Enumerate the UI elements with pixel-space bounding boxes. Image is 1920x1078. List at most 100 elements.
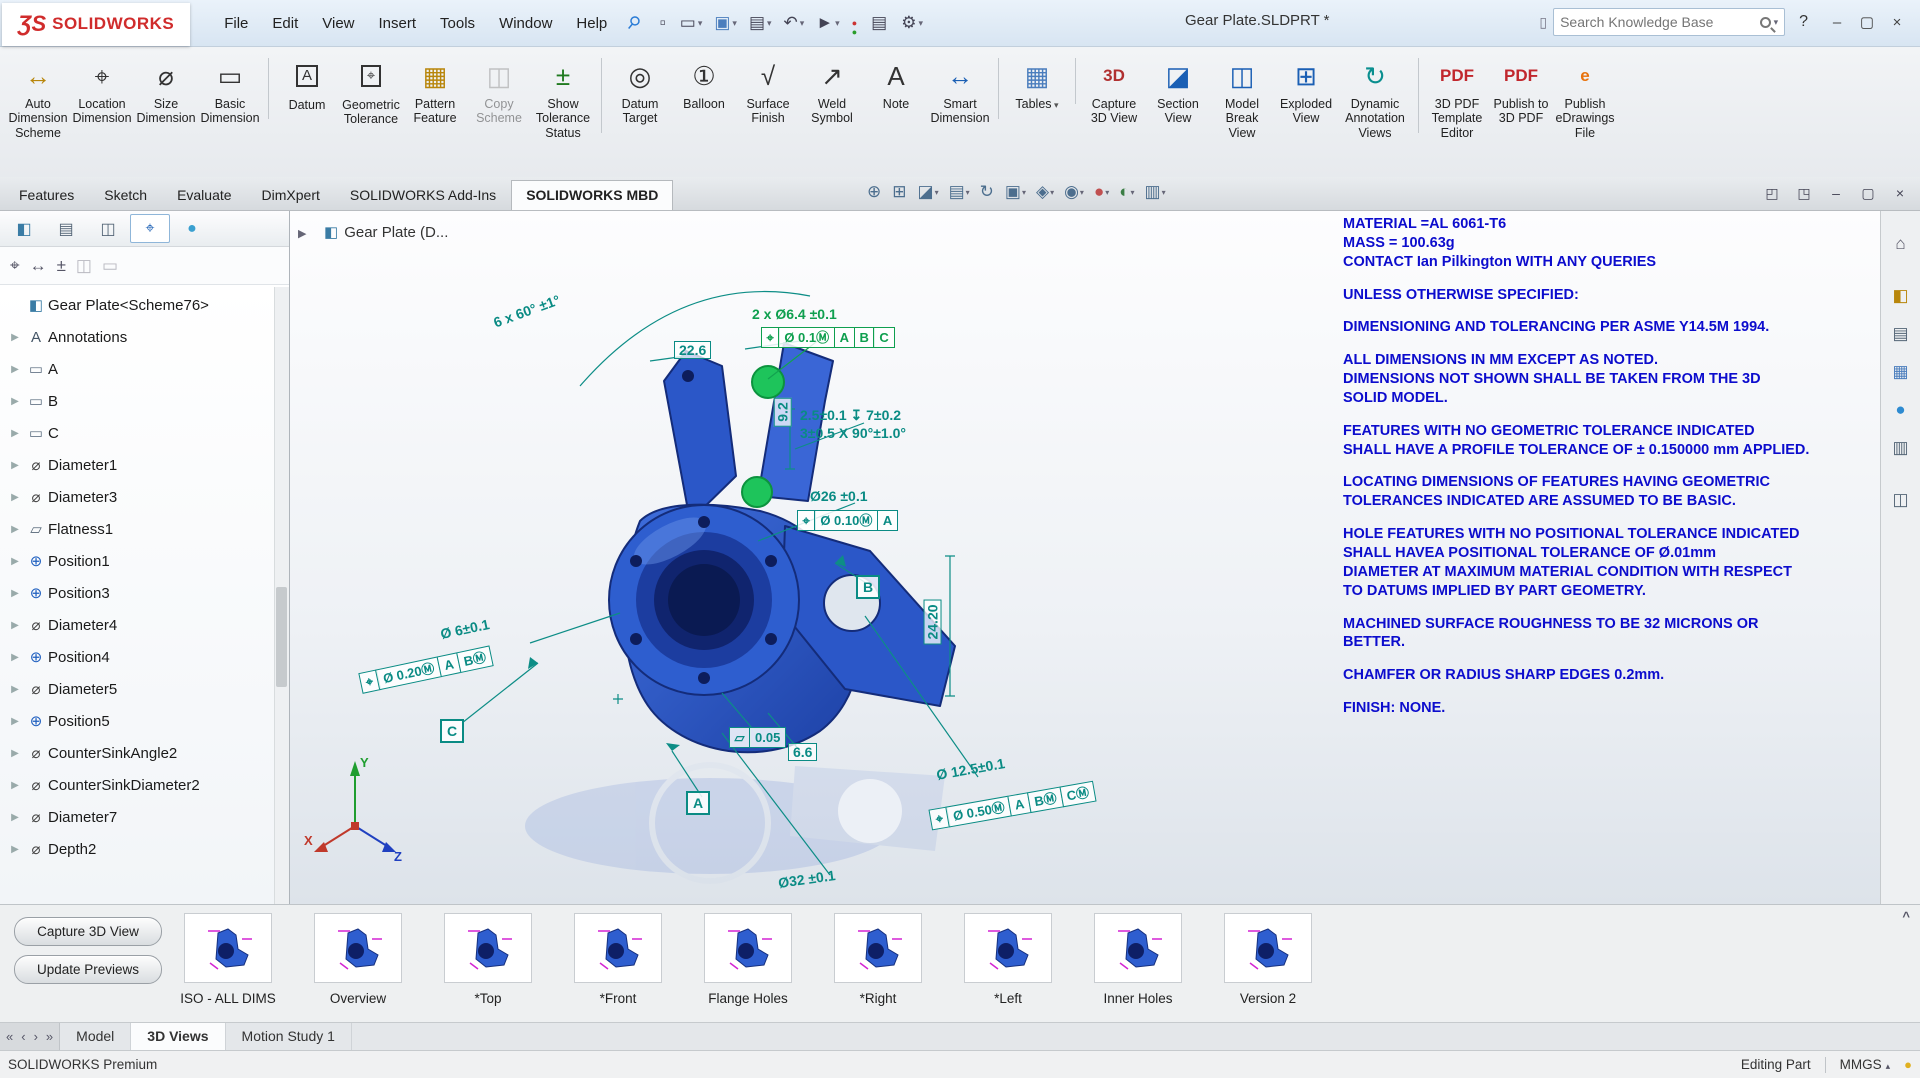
expand-arrow-icon[interactable]: ▶: [6, 716, 24, 727]
view-thumbnail-image[interactable]: [834, 913, 922, 983]
tree-item[interactable]: ▶ ▭ A: [0, 353, 289, 385]
file-properties-icon[interactable]: ▤: [865, 9, 895, 37]
balloon-button[interactable]: ① Balloon: [672, 51, 736, 115]
dimxpert-tool-icon[interactable]: ↔: [30, 256, 47, 276]
view-thumbnail-image[interactable]: [1224, 913, 1312, 983]
commandmanager-tab[interactable]: DimXpert: [247, 180, 335, 210]
expand-arrow-icon[interactable]: ▶: [6, 812, 24, 823]
smart-dimension-button[interactable]: ↔ Smart Dimension: [928, 51, 992, 130]
view-thumbnail-image[interactable]: [964, 913, 1052, 983]
pattern-feature-button[interactable]: ▦ Pattern Feature: [403, 51, 467, 130]
view-thumbnail-image[interactable]: [704, 913, 792, 983]
displaymanager-tab[interactable]: ●: [172, 214, 212, 243]
tree-item[interactable]: ▶ ⊕ Position3: [0, 577, 289, 609]
file-explorer-icon[interactable]: ▤: [1886, 319, 1916, 349]
note-button[interactable]: A Note: [864, 51, 928, 115]
undo-icon[interactable]: ↶ ▾: [778, 9, 811, 37]
dropdown-caret-icon[interactable]: ▾: [1105, 188, 1109, 197]
commandmanager-tab[interactable]: Evaluate: [162, 180, 246, 210]
split-view-vertical-button[interactable]: ◳: [1790, 181, 1818, 205]
tree-scrollbar[interactable]: [274, 287, 289, 904]
commandmanager-tab[interactable]: SOLIDWORKS MBD: [511, 180, 673, 210]
featuremanager-tab[interactable]: ◧: [4, 214, 44, 243]
selection-lights-icon[interactable]: ●: [846, 15, 865, 31]
dropdown-caret-icon[interactable]: ▾: [698, 18, 703, 29]
dropdown-caret-icon[interactable]: ▾: [918, 18, 923, 29]
pin-icon[interactable]: ⚲: [622, 11, 644, 34]
select-icon[interactable]: ► ▾: [810, 9, 845, 37]
view-thumbnail-image[interactable]: [574, 913, 662, 983]
copy-scheme-button[interactable]: ◫ Copy Scheme: [467, 51, 531, 130]
close-document-button[interactable]: ×: [1886, 181, 1914, 205]
expand-arrow-icon[interactable]: ▶: [6, 620, 24, 631]
search-input[interactable]: [1560, 14, 1756, 30]
split-view-horizontal-button[interactable]: ◰: [1758, 181, 1786, 205]
dim-24-20[interactable]: 24.20: [924, 599, 942, 644]
location-dimension-button[interactable]: ⌖ Location Dimension: [70, 51, 134, 130]
document-tab[interactable]: Model: [60, 1023, 131, 1050]
3d-drawing-views-button[interactable]: ▤ ▾: [945, 179, 974, 205]
collapse-panel-icon[interactable]: ^: [1902, 909, 1910, 924]
dropdown-caret-icon[interactable]: ▾: [1022, 188, 1026, 197]
hide-show-items-button[interactable]: ◉ ▾: [1060, 179, 1088, 205]
last-tab-button[interactable]: »: [46, 1029, 53, 1044]
expand-arrow-icon[interactable]: ▶: [6, 588, 24, 599]
tree-item[interactable]: ▶ ⌀ CounterSinkAngle2: [0, 737, 289, 769]
tables-button[interactable]: ▦ Tables: [1005, 51, 1069, 115]
view-thumbnail[interactable]: *Left: [958, 913, 1058, 1022]
expand-arrow-icon[interactable]: ▶: [6, 460, 24, 471]
home-icon[interactable]: ⌂: [1886, 229, 1916, 259]
document-tab[interactable]: 3D Views: [131, 1023, 225, 1050]
dropdown-caret-icon[interactable]: ▾: [1080, 188, 1084, 197]
expand-arrow-icon[interactable]: ▶: [6, 684, 24, 695]
pdf-template-editor-button[interactable]: PDF 3D PDF Template Editor: [1425, 51, 1489, 144]
design-library-icon[interactable]: ◧: [1886, 281, 1916, 311]
show-tolerance-status-button[interactable]: ± Show Tolerance Status: [531, 51, 595, 144]
view-thumbnail[interactable]: ISO - ALL DIMS: [178, 913, 278, 1022]
search-icon[interactable]: [1760, 17, 1771, 28]
publish-to-3d-pdf-button[interactable]: PDF Publish to 3D PDF: [1489, 51, 1553, 130]
expand-arrow-icon[interactable]: ▶: [6, 396, 24, 407]
dimxpertmanager-tab[interactable]: ⌖: [130, 214, 170, 243]
dropdown-caret-icon[interactable]: ▾: [800, 18, 805, 29]
expand-arrow-icon[interactable]: ▶: [6, 844, 24, 855]
expand-arrow-icon[interactable]: ▶: [6, 524, 24, 535]
view-thumbnail[interactable]: Inner Holes: [1088, 913, 1188, 1022]
view-thumbnail-image[interactable]: [1094, 913, 1182, 983]
expand-arrow-icon[interactable]: ▶: [6, 652, 24, 663]
tree-item[interactable]: ▶ ⊕ Position5: [0, 705, 289, 737]
graphics-viewport[interactable]: ▶ ◧ Gear Plate (D...: [290, 211, 1880, 904]
search-box[interactable]: ▾: [1553, 8, 1785, 36]
next-tab-button[interactable]: ›: [34, 1029, 38, 1044]
auto-dimension-scheme-button[interactable]: ↔ Auto Dimension Scheme: [6, 51, 70, 144]
exploded-view-button[interactable]: ⊞ Exploded View: [1274, 51, 1338, 130]
appearances-icon[interactable]: ●: [1886, 395, 1916, 425]
tree-scrollbar-thumb[interactable]: [276, 587, 287, 687]
dropdown-caret-icon[interactable]: ▾: [1050, 188, 1054, 197]
menu-item[interactable]: Help: [564, 9, 619, 38]
datum-button[interactable]: A Datum: [275, 51, 339, 116]
units-selector[interactable]: MMGS▴: [1840, 1057, 1891, 1072]
tree-item[interactable]: ▶ ⌀ Diameter5: [0, 673, 289, 705]
tree-item[interactable]: ▶ ▭ B: [0, 385, 289, 417]
menu-item[interactable]: Window: [487, 9, 564, 38]
dropdown-caret-icon[interactable]: ▾: [1162, 188, 1166, 197]
capture-3d-view-panel-button[interactable]: Capture 3D View: [14, 917, 162, 946]
tree-item[interactable]: ▶ ▭ C: [0, 417, 289, 449]
dim-countersink-depth[interactable]: 2.5±0.1 ↧ 7±0.2: [800, 407, 901, 424]
search-dropdown-icon[interactable]: ▾: [1774, 17, 1779, 28]
tree-item[interactable]: ▶ ▱ Flatness1: [0, 513, 289, 545]
view-settings-button[interactable]: ▥ ▾: [1141, 179, 1170, 205]
open-icon[interactable]: ▭ ▾: [674, 9, 709, 37]
tree-item[interactable]: ▶ A Annotations: [0, 321, 289, 353]
expand-arrow-icon[interactable]: ▶: [6, 428, 24, 439]
view-thumbnail-image[interactable]: [184, 913, 272, 983]
expand-arrow-icon[interactable]: ▶: [6, 780, 24, 791]
dropdown-caret-icon[interactable]: ▾: [1131, 188, 1135, 197]
weld-symbol-button[interactable]: ↗ Weld Symbol: [800, 51, 864, 130]
menu-item[interactable]: Edit: [260, 9, 310, 38]
display-style-button[interactable]: ◈ ▾: [1032, 179, 1058, 205]
section-view-button[interactable]: ◪ Section View: [1146, 51, 1210, 130]
commandmanager-tab[interactable]: Sketch: [89, 180, 162, 210]
datum-flag-a[interactable]: A: [686, 791, 710, 815]
